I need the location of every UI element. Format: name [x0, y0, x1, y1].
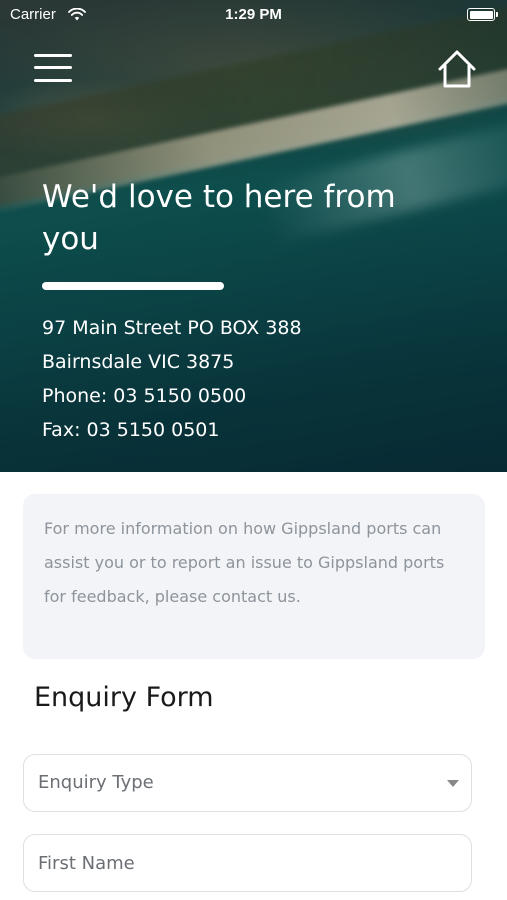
form-heading: Enquiry Form [34, 682, 214, 713]
enquiry-type-select[interactable]: Enquiry Type [23, 754, 472, 812]
status-time: 1:29 PM [225, 6, 282, 23]
battery-icon [467, 8, 498, 21]
menu-line [34, 54, 72, 57]
page-title: We'd love to here from you [42, 179, 396, 257]
menu-line [34, 66, 72, 69]
phone-number[interactable]: Phone: 03 5150 0500 [42, 379, 302, 413]
first-name-input[interactable] [38, 835, 458, 891]
info-card: For more information on how Gippsland po… [23, 494, 485, 659]
title-underline [42, 282, 224, 290]
hero-banner: Carrier 1:29 PM We'd love to here from y… [0, 0, 507, 472]
contact-details: 97 Main Street PO BOX 388 Bairnsdale VIC… [42, 311, 302, 447]
status-bar: Carrier 1:29 PM [0, 0, 507, 30]
home-icon[interactable] [436, 48, 478, 90]
info-text: For more information on how Gippsland po… [44, 519, 445, 606]
menu-line [34, 79, 72, 82]
chevron-down-icon [447, 780, 459, 787]
address-line-2: Bairnsdale VIC 3875 [42, 351, 235, 373]
fax-number: Fax: 03 5150 0501 [42, 419, 220, 441]
first-name-field-container [23, 834, 472, 892]
hamburger-menu-icon[interactable] [34, 52, 74, 84]
address-line-1: 97 Main Street PO BOX 388 [42, 317, 302, 339]
enquiry-type-label: Enquiry Type [38, 772, 154, 793]
